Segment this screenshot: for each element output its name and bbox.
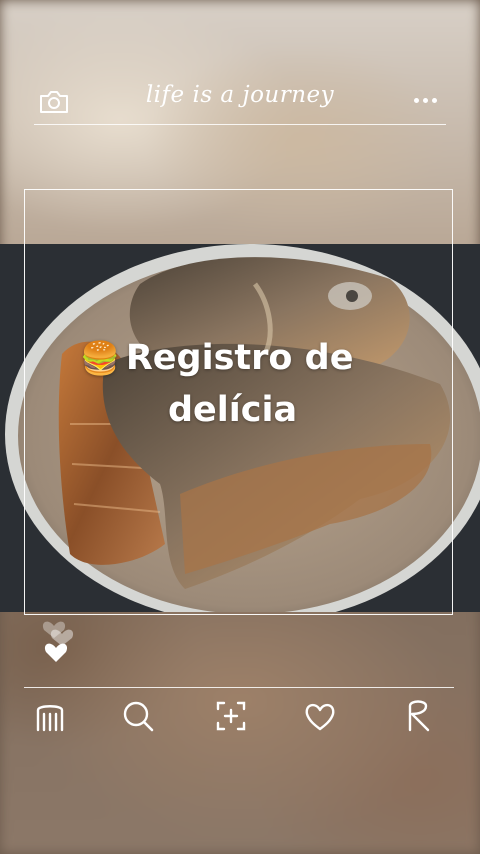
app-title: life is a journey [145, 82, 335, 108]
top-bar: life is a journey [0, 78, 480, 124]
profile-icon[interactable] [400, 698, 436, 734]
more-dots-icon[interactable] [414, 98, 440, 106]
heart-icon[interactable] [302, 698, 338, 734]
bottom-nav [0, 698, 480, 738]
add-frame-icon[interactable] [213, 698, 249, 734]
caption-line-2: delícia [168, 390, 298, 430]
search-icon[interactable] [120, 698, 156, 734]
floating-hearts-icon[interactable] [38, 608, 84, 670]
post-caption: 🍔 Registro de delícia [80, 332, 410, 436]
home-icon[interactable] [32, 698, 68, 734]
burger-emoji: 🍔 [80, 339, 120, 377]
header-divider [34, 124, 446, 125]
caption-line-1: Registro de [125, 338, 354, 378]
nav-divider [24, 687, 454, 688]
